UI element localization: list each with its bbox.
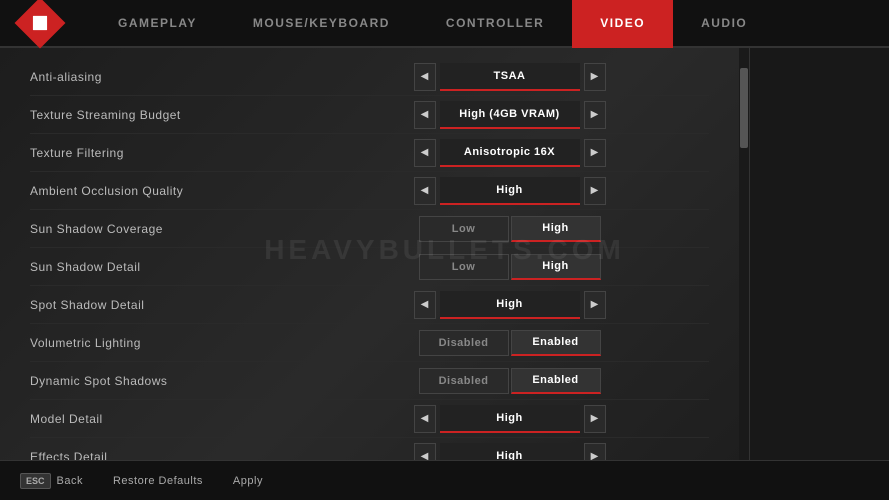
setting-row-texture_filtering: Texture Filtering ◀Anisotropic 16X▶ bbox=[30, 134, 709, 172]
setting-row-dynamic_spot_shadows: Dynamic Spot Shadows DisabledEnabled bbox=[30, 362, 709, 400]
selector-value-spot_shadow_detail: High bbox=[440, 291, 580, 319]
setting-label-ambient_occlusion_quality: Ambient Occlusion Quality bbox=[30, 184, 310, 198]
selector-value-effects_detail: High bbox=[440, 443, 580, 461]
setting-control-texture_filtering: ◀Anisotropic 16X▶ bbox=[310, 139, 709, 167]
top-navigation: GAMEPLAY MOUSE/KEYBOARD CONTROLLER VIDEO… bbox=[0, 0, 889, 48]
toggle-de-selector-dynamic_spot_shadows: DisabledEnabled bbox=[419, 368, 601, 394]
logo-inner bbox=[26, 9, 54, 37]
arrow-selector-effects_detail: ◀High▶ bbox=[414, 443, 606, 461]
arrow-right-effects_detail[interactable]: ▶ bbox=[584, 443, 606, 461]
setting-row-sun_shadow_detail: Sun Shadow Detail LowHigh bbox=[30, 248, 709, 286]
arrow-selector-texture_streaming_budget: ◀High (4GB VRAM)▶ bbox=[414, 101, 606, 129]
arrow-right-anti_aliasing[interactable]: ▶ bbox=[584, 63, 606, 91]
setting-row-sun_shadow_coverage: Sun Shadow Coverage LowHigh bbox=[30, 210, 709, 248]
arrow-right-model_detail[interactable]: ▶ bbox=[584, 405, 606, 433]
esc-key: ESC bbox=[20, 473, 51, 489]
setting-control-dynamic_spot_shadows: DisabledEnabled bbox=[310, 368, 709, 394]
back-label: Back bbox=[57, 475, 83, 487]
arrow-left-texture_streaming_budget[interactable]: ◀ bbox=[414, 101, 436, 129]
tab-gameplay[interactable]: GAMEPLAY bbox=[90, 0, 225, 46]
arrow-left-effects_detail[interactable]: ◀ bbox=[414, 443, 436, 461]
selector-value-texture_filtering: Anisotropic 16X bbox=[440, 139, 580, 167]
arrow-selector-texture_filtering: ◀Anisotropic 16X▶ bbox=[414, 139, 606, 167]
toggle-btn-sun_shadow_coverage-high[interactable]: High bbox=[511, 216, 601, 242]
logo bbox=[10, 5, 70, 41]
settings-panel: Anti-aliasing◀TSAA▶Texture Streaming Bud… bbox=[0, 48, 739, 460]
main-content: Anti-aliasing◀TSAA▶Texture Streaming Bud… bbox=[0, 48, 889, 460]
setting-label-sun_shadow_coverage: Sun Shadow Coverage bbox=[30, 222, 310, 236]
right-panel bbox=[749, 48, 889, 460]
arrow-right-texture_streaming_budget[interactable]: ▶ bbox=[584, 101, 606, 129]
arrow-left-spot_shadow_detail[interactable]: ◀ bbox=[414, 291, 436, 319]
setting-control-anti_aliasing: ◀TSAA▶ bbox=[310, 63, 709, 91]
arrow-selector-anti_aliasing: ◀TSAA▶ bbox=[414, 63, 606, 91]
toggle-de-btn-dynamic_spot_shadows-enabled[interactable]: Enabled bbox=[511, 368, 601, 394]
apply-label: Apply bbox=[233, 475, 263, 487]
arrow-left-anti_aliasing[interactable]: ◀ bbox=[414, 63, 436, 91]
scrollbar[interactable] bbox=[739, 48, 749, 460]
setting-row-model_detail: Model Detail ◀High▶ bbox=[30, 400, 709, 438]
toggle-de-btn-volumetric_lighting-enabled[interactable]: Enabled bbox=[511, 330, 601, 356]
toggle-btn-sun_shadow_detail-high[interactable]: High bbox=[511, 254, 601, 280]
selector-value-texture_streaming_budget: High (4GB VRAM) bbox=[440, 101, 580, 129]
arrow-right-spot_shadow_detail[interactable]: ▶ bbox=[584, 291, 606, 319]
toggle-btn-sun_shadow_coverage-low[interactable]: Low bbox=[419, 216, 509, 242]
back-button[interactable]: ESC Back bbox=[20, 473, 83, 489]
selector-value-anti_aliasing: TSAA bbox=[440, 63, 580, 91]
scrollbar-thumb[interactable] bbox=[740, 68, 748, 148]
arrow-left-texture_filtering[interactable]: ◀ bbox=[414, 139, 436, 167]
toggle-selector-sun_shadow_detail: LowHigh bbox=[419, 254, 601, 280]
apex-logo bbox=[15, 0, 66, 48]
apply-button[interactable]: Apply bbox=[233, 475, 263, 487]
tab-controller[interactable]: CONTROLLER bbox=[418, 0, 572, 46]
setting-row-spot_shadow_detail: Spot Shadow Detail ◀High▶ bbox=[30, 286, 709, 324]
nav-tabs: GAMEPLAY MOUSE/KEYBOARD CONTROLLER VIDEO… bbox=[90, 0, 775, 46]
setting-label-sun_shadow_detail: Sun Shadow Detail bbox=[30, 260, 310, 274]
tab-video[interactable]: VIDEO bbox=[572, 0, 673, 46]
setting-control-volumetric_lighting: DisabledEnabled bbox=[310, 330, 709, 356]
toggle-selector-sun_shadow_coverage: LowHigh bbox=[419, 216, 601, 242]
setting-control-ambient_occlusion_quality: ◀High▶ bbox=[310, 177, 709, 205]
bottom-bar: ESC Back Restore Defaults Apply bbox=[0, 460, 889, 500]
arrow-right-texture_filtering[interactable]: ▶ bbox=[584, 139, 606, 167]
setting-control-model_detail: ◀High▶ bbox=[310, 405, 709, 433]
setting-control-sun_shadow_coverage: LowHigh bbox=[310, 216, 709, 242]
setting-control-effects_detail: ◀High▶ bbox=[310, 443, 709, 461]
setting-control-sun_shadow_detail: LowHigh bbox=[310, 254, 709, 280]
setting-label-anti_aliasing: Anti-aliasing bbox=[30, 70, 310, 84]
setting-row-anti_aliasing: Anti-aliasing ◀TSAA▶ bbox=[30, 58, 709, 96]
arrow-right-ambient_occlusion_quality[interactable]: ▶ bbox=[584, 177, 606, 205]
setting-label-dynamic_spot_shadows: Dynamic Spot Shadows bbox=[30, 374, 310, 388]
setting-row-effects_detail: Effects Detail ◀High▶ bbox=[30, 438, 709, 460]
arrow-left-ambient_occlusion_quality[interactable]: ◀ bbox=[414, 177, 436, 205]
restore-defaults-label: Restore Defaults bbox=[113, 475, 203, 487]
setting-label-model_detail: Model Detail bbox=[30, 412, 310, 426]
selector-value-ambient_occlusion_quality: High bbox=[440, 177, 580, 205]
setting-label-effects_detail: Effects Detail bbox=[30, 450, 310, 461]
tab-mouse-keyboard[interactable]: MOUSE/KEYBOARD bbox=[225, 0, 418, 46]
setting-label-texture_streaming_budget: Texture Streaming Budget bbox=[30, 108, 310, 122]
setting-label-spot_shadow_detail: Spot Shadow Detail bbox=[30, 298, 310, 312]
arrow-selector-spot_shadow_detail: ◀High▶ bbox=[414, 291, 606, 319]
toggle-de-btn-dynamic_spot_shadows-disabled[interactable]: Disabled bbox=[419, 368, 509, 394]
setting-control-texture_streaming_budget: ◀High (4GB VRAM)▶ bbox=[310, 101, 709, 129]
restore-defaults-button[interactable]: Restore Defaults bbox=[113, 475, 203, 487]
arrow-selector-ambient_occlusion_quality: ◀High▶ bbox=[414, 177, 606, 205]
toggle-btn-sun_shadow_detail-low[interactable]: Low bbox=[419, 254, 509, 280]
setting-label-texture_filtering: Texture Filtering bbox=[30, 146, 310, 160]
setting-row-texture_streaming_budget: Texture Streaming Budget ◀High (4GB VRAM)… bbox=[30, 96, 709, 134]
selector-value-model_detail: High bbox=[440, 405, 580, 433]
setting-row-volumetric_lighting: Volumetric Lighting DisabledEnabled bbox=[30, 324, 709, 362]
setting-row-ambient_occlusion_quality: Ambient Occlusion Quality ◀High▶ bbox=[30, 172, 709, 210]
arrow-left-model_detail[interactable]: ◀ bbox=[414, 405, 436, 433]
tab-audio[interactable]: AUDIO bbox=[673, 0, 775, 46]
toggle-de-selector-volumetric_lighting: DisabledEnabled bbox=[419, 330, 601, 356]
arrow-selector-model_detail: ◀High▶ bbox=[414, 405, 606, 433]
setting-label-volumetric_lighting: Volumetric Lighting bbox=[30, 336, 310, 350]
toggle-de-btn-volumetric_lighting-disabled[interactable]: Disabled bbox=[419, 330, 509, 356]
setting-control-spot_shadow_detail: ◀High▶ bbox=[310, 291, 709, 319]
